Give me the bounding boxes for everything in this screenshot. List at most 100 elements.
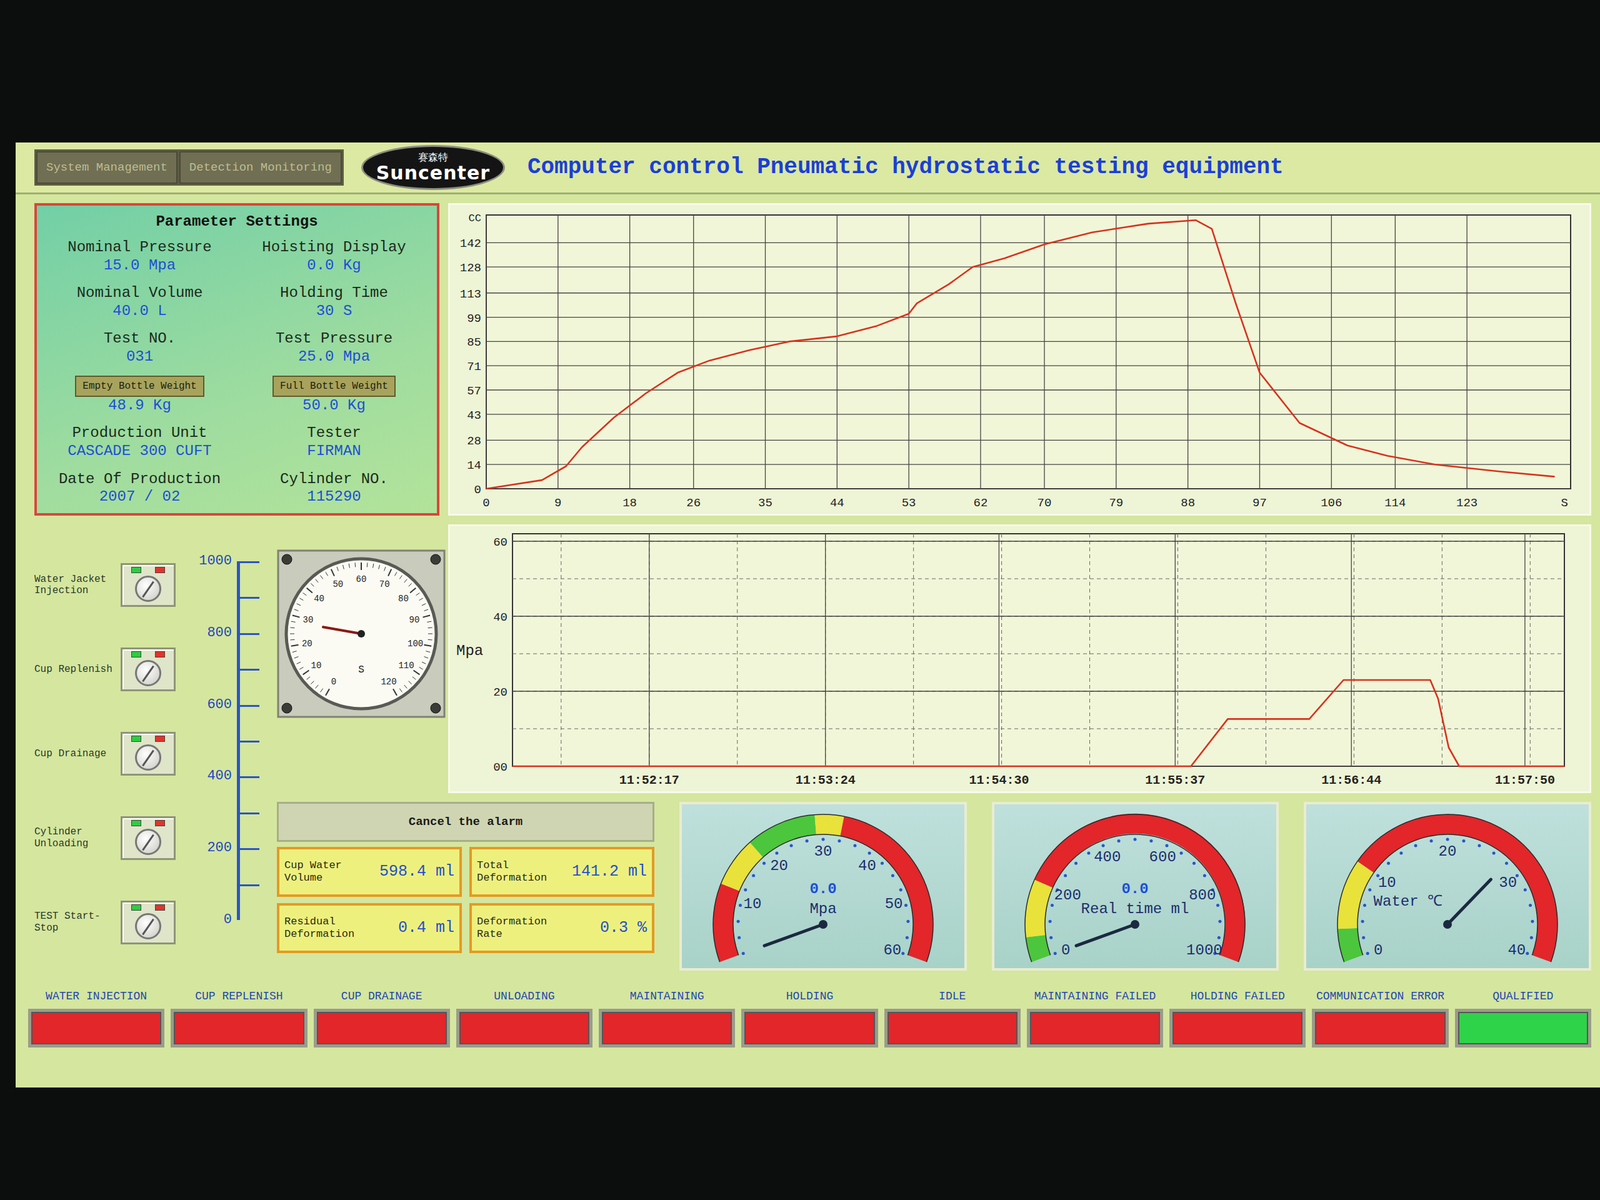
parameter-label: Nominal Volume <box>76 284 204 303</box>
grid-line <box>1175 533 1176 767</box>
status-label: MAINTAINING FAILED <box>1034 988 1156 1005</box>
gauge-needle <box>764 924 824 946</box>
readout-label: Deformation Rate <box>476 915 565 940</box>
grid-line <box>908 215 909 489</box>
rotary-switch[interactable] <box>120 647 176 692</box>
gauge-label: 0 <box>1061 941 1070 959</box>
knob-icon[interactable] <box>135 744 162 771</box>
parameter-field: Test Pressure25.0 Mpa <box>240 330 429 367</box>
grid-line <box>486 242 1571 244</box>
readout: Total Deformation141.2 ml <box>469 846 655 897</box>
x-tick-label: 35 <box>758 496 773 510</box>
red-lamp-icon <box>155 566 165 574</box>
parameter-value: FIRMAN <box>306 442 361 461</box>
rotary-switch[interactable] <box>120 563 176 607</box>
gauge-needle <box>1447 879 1491 925</box>
gauge-label: 40 <box>858 857 877 875</box>
gauge-label: 30 <box>813 843 832 860</box>
indicator-lights <box>131 904 165 911</box>
gauge-unit: Water ℃ <box>1373 893 1443 910</box>
y-unit-label: Mpa <box>456 642 484 660</box>
y-tick-label: 43 <box>466 408 482 423</box>
status-indicator: HOLDING FAILED <box>1169 988 1306 1048</box>
gauge-label: 200 <box>1054 886 1082 904</box>
cancel-alarm-button[interactable]: Cancel the alarm <box>276 801 655 842</box>
x-tick-label: 106 <box>1320 496 1342 510</box>
readout-label: Cup Water Volume <box>284 859 372 884</box>
weight-button[interactable]: Empty Bottle Weight <box>75 375 204 397</box>
switch-row: Water Jacket Injection <box>34 563 185 607</box>
knob-icon[interactable] <box>135 660 162 687</box>
y-tick-label: 113 <box>460 287 482 302</box>
status-label: UNLOADING <box>493 988 555 1005</box>
screw-icon <box>281 554 292 565</box>
gauge-band <box>1365 824 1548 959</box>
switch-row: Cup Replenish <box>34 647 185 692</box>
status-lamp <box>884 1008 1021 1048</box>
parameter-field: Nominal Pressure15.0 Mpa <box>45 238 234 275</box>
parameters-title: Parameter Settings <box>45 210 429 234</box>
suncenter-logo: 赛森特Suncenter <box>361 145 505 190</box>
readout: Residual Deformation0.4 ml <box>276 903 462 954</box>
parameter-field: Date Of Production2007 / 02 <box>45 470 234 507</box>
indicator-lights <box>131 651 165 658</box>
dial-label: 120 <box>380 676 397 687</box>
menu-tab[interactable]: Detection Monitoring <box>179 151 342 185</box>
x-tick-label: 44 <box>830 496 845 510</box>
y-tick-label: 60 <box>493 535 508 550</box>
grid-line <box>486 316 1571 318</box>
gauge-value: 0.0 <box>1121 880 1149 898</box>
title-area: Computer control Pneumatic hydrostatic t… <box>527 153 1585 181</box>
x-tick-label: 123 <box>1456 496 1478 510</box>
knob-icon[interactable] <box>135 575 162 602</box>
title-bar: System ManagementDetection Monitoring 赛森… <box>15 142 1600 195</box>
switch-row: Cylinder Unloading <box>34 816 185 860</box>
dial-label: 110 <box>398 660 414 671</box>
gauge-label: 40 <box>1508 941 1527 959</box>
x-tick-label: 11:52:17 <box>619 773 680 788</box>
plot-area <box>486 215 1571 489</box>
status-lamp <box>456 1008 593 1048</box>
app-title: Computer control Pneumatic hydrostatic t… <box>527 153 1585 181</box>
scale-label: 600 <box>206 696 232 714</box>
readout: Deformation Rate0.3 % <box>469 903 655 954</box>
status-label: MAINTAINING <box>630 988 705 1005</box>
knob-icon[interactable] <box>135 828 162 855</box>
gauge-face: 020040060080010000.0Real time ml <box>997 805 1273 969</box>
y-tick-label: 28 <box>466 434 482 449</box>
x-tick-label: 0 <box>482 496 490 510</box>
parameter-value: 0.0 Kg <box>306 256 361 275</box>
gauge-unit: Mpa <box>809 900 837 918</box>
grid-line <box>1043 215 1045 489</box>
timer-dial-face: 0102030405060708090100110120S <box>276 549 446 719</box>
status-lamp <box>28 1008 165 1048</box>
status-label: HOLDING FAILED <box>1190 988 1285 1005</box>
screw-icon <box>430 554 441 565</box>
gauge-face: 010203040Water ℃ <box>1310 805 1585 969</box>
parameter-label: Date Of Production <box>58 470 221 489</box>
gauge-label: 20 <box>770 857 789 875</box>
grid-line <box>765 215 766 489</box>
parameter-label: Nominal Pressure <box>67 238 212 257</box>
status-indicator: MAINTAINING FAILED <box>1026 988 1164 1048</box>
plot-area <box>512 533 1565 767</box>
knob-icon[interactable] <box>135 913 162 940</box>
x-tick-label: 9 <box>554 496 562 510</box>
status-indicator: MAINTAINING <box>598 988 735 1048</box>
rotary-switch[interactable] <box>120 816 176 860</box>
gauge: 010203040Water ℃ <box>1303 801 1592 971</box>
gauge-label: 800 <box>1189 886 1217 904</box>
gauge-label: 50 <box>884 895 903 913</box>
parameter-value: 40.0 L <box>112 302 167 321</box>
grid-line <box>648 533 650 767</box>
grid-line <box>557 215 559 489</box>
rotary-switch[interactable] <box>120 900 176 945</box>
dial-unit: S <box>358 664 365 676</box>
menu-tab[interactable]: System Management <box>36 151 178 185</box>
x-tick-label: 62 <box>973 496 989 510</box>
y-tick-label: 00 <box>493 760 508 775</box>
parameter-settings: Parameter Settings Nominal Pressure15.0 M… <box>34 203 440 516</box>
x-tick-label: 79 <box>1108 496 1124 510</box>
rotary-switch[interactable] <box>120 731 176 776</box>
weight-button[interactable]: Full Bottle Weight <box>272 375 396 397</box>
